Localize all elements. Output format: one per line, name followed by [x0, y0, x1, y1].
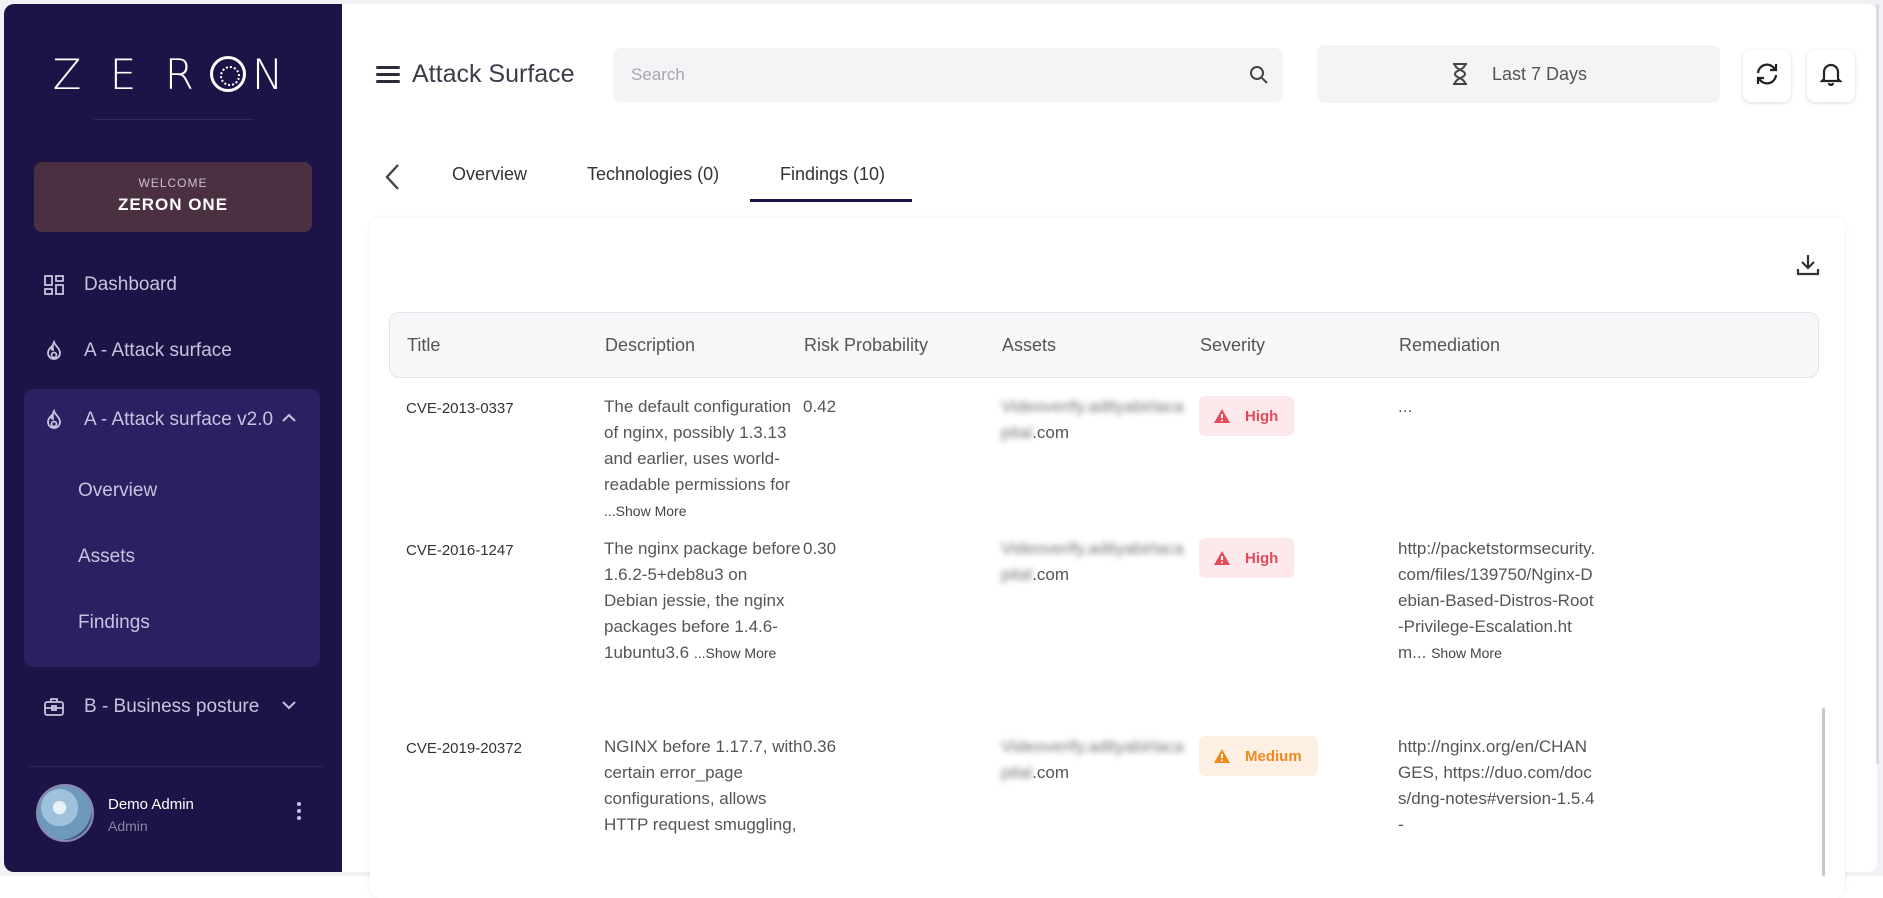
- show-more-link[interactable]: ...Show More: [604, 498, 804, 524]
- warning-icon: [1213, 408, 1231, 424]
- date-range-selector[interactable]: Last 7 Days: [1317, 45, 1720, 103]
- hourglass-icon: [1450, 62, 1470, 86]
- asset-blurred: Videoverify.adityabirlaca: [1001, 397, 1184, 416]
- show-more-link[interactable]: Show More: [1431, 645, 1502, 661]
- flame-icon: [42, 408, 66, 432]
- table-header: Title Description Risk Probability Asset…: [389, 312, 1819, 378]
- sidebar-item-label: Dashboard: [84, 274, 177, 295]
- active-tab-indicator: [750, 199, 912, 202]
- remediation-cell: http://packetstormsecurity.com/files/139…: [1398, 536, 1598, 666]
- sidebar-item-label: A - Attack surface: [84, 340, 232, 361]
- asset-suffix: .com: [1032, 565, 1070, 584]
- menu-icon[interactable]: [376, 66, 400, 84]
- download-icon[interactable]: [1795, 252, 1821, 283]
- user-divider: [28, 766, 324, 767]
- sidebar: Z E RN WELCOME ZERON ONE Dashboard A - A…: [4, 4, 342, 872]
- sidebar-item-business-posture[interactable]: B - Business posture: [28, 680, 320, 734]
- asset-blurred: pital: [1001, 763, 1033, 782]
- asset-value: Videoverify.adityabirlaca pital.com: [1001, 394, 1191, 446]
- user-name: Demo Admin: [108, 796, 194, 813]
- sidebar-subitem-assets[interactable]: Assets: [78, 546, 135, 568]
- sidebar-subitem-overview[interactable]: Overview: [78, 480, 157, 502]
- logo-divider: [94, 119, 254, 120]
- finding-title: CVE-2019-20372: [406, 740, 522, 757]
- description-text: The nginx package before 1.6.2-5+deb8u3 …: [604, 539, 801, 662]
- chevron-down-icon[interactable]: [280, 696, 298, 720]
- sidebar-item-label: A - Attack surface v2.0: [84, 409, 274, 430]
- remediation-text: ...: [1398, 397, 1413, 416]
- search-icon[interactable]: [1247, 63, 1271, 92]
- notifications-button[interactable]: [1807, 50, 1855, 102]
- asset-blurred: pital: [1001, 423, 1033, 442]
- chevron-up-icon[interactable]: [280, 409, 298, 433]
- bell-icon: [1819, 61, 1843, 92]
- remediation-text: http://nginx.org/en/CHANGES, https://duo…: [1398, 737, 1595, 834]
- page-title: Attack Surface: [412, 60, 575, 88]
- description-text: The default configuration of nginx, poss…: [604, 397, 792, 494]
- briefcase-icon: [42, 695, 66, 719]
- column-header-assets[interactable]: Assets: [1002, 335, 1056, 356]
- asset-suffix: .com: [1032, 423, 1070, 442]
- table-scrollbar[interactable]: [1822, 708, 1825, 876]
- asset-value: Videoverify.adityabirlaca pital.com: [1001, 536, 1191, 588]
- sidebar-item-label: B - Business posture: [84, 696, 260, 717]
- asset-blurred: Videoverify.adityabirlaca: [1001, 737, 1184, 756]
- welcome-label: WELCOME: [138, 176, 208, 190]
- risk-probability: 0.42: [803, 397, 837, 416]
- refresh-button[interactable]: [1743, 50, 1791, 102]
- welcome-name: ZERON ONE: [117, 195, 229, 214]
- tab-overview[interactable]: Overview: [452, 164, 527, 185]
- column-header-remediation[interactable]: Remediation: [1399, 335, 1500, 356]
- more-options-icon[interactable]: [294, 799, 304, 825]
- severity-badge: High: [1199, 538, 1295, 578]
- risk-probability: 0.30: [803, 539, 837, 558]
- sidebar-item-attack-surface[interactable]: A - Attack surface: [28, 324, 320, 378]
- findings-card: Title Description Risk Probability Asset…: [370, 218, 1845, 898]
- finding-title: CVE-2013-0337: [406, 400, 514, 417]
- flame-icon: [42, 339, 66, 363]
- warning-icon: [1213, 748, 1231, 764]
- warning-icon: [1213, 550, 1231, 566]
- column-header-severity[interactable]: Severity: [1200, 335, 1265, 356]
- main-content: Attack Surface Last 7 Days: [342, 4, 1877, 898]
- tab-technologies[interactable]: Technologies (0): [587, 164, 719, 185]
- back-arrow-icon[interactable]: [382, 162, 404, 197]
- date-range-label: Last 7 Days: [1491, 63, 1588, 84]
- search-input[interactable]: [631, 48, 1231, 102]
- page-scrollbar[interactable]: [1876, 4, 1879, 764]
- column-header-risk-probability[interactable]: Risk Probability: [804, 335, 928, 356]
- column-header-title[interactable]: Title: [407, 335, 440, 356]
- column-header-description[interactable]: Description: [605, 335, 695, 356]
- finding-title: CVE-2016-1247: [406, 542, 514, 559]
- severity-label: Medium: [1245, 747, 1302, 765]
- severity-label: High: [1245, 549, 1279, 567]
- refresh-icon: [1753, 60, 1781, 93]
- asset-value: Videoverify.adityabirlaca pital.com: [1001, 734, 1191, 786]
- severity-label: High: [1245, 407, 1279, 425]
- finding-description: The nginx package before 1.6.2-5+deb8u3 …: [604, 536, 804, 666]
- asset-blurred: Videoverify.adityabirlaca: [1001, 539, 1184, 558]
- sidebar-item-dashboard[interactable]: Dashboard: [28, 258, 320, 312]
- remediation-text: http://packetstormsecurity.com/files/139…: [1398, 539, 1596, 662]
- show-more-link[interactable]: ...Show More: [694, 645, 776, 661]
- zeron-logo[interactable]: Z E RN: [4, 50, 342, 99]
- sidebar-item-attack-surface-v2[interactable]: A - Attack surface v2.0: [28, 393, 320, 447]
- tab-findings[interactable]: Findings (10): [780, 164, 885, 185]
- avatar[interactable]: [36, 784, 94, 842]
- asset-blurred: pital: [1001, 565, 1033, 584]
- sidebar-subitem-findings[interactable]: Findings: [78, 612, 150, 634]
- finding-description: NGINX before 1.17.7, with certain error_…: [604, 737, 803, 834]
- severity-badge: High: [1199, 396, 1295, 436]
- severity-badge: Medium: [1199, 736, 1318, 776]
- asset-suffix: .com: [1032, 763, 1070, 782]
- welcome-card: WELCOME ZERON ONE: [34, 162, 312, 232]
- app-window: Z E RN WELCOME ZERON ONE Dashboard A - A…: [0, 0, 1883, 898]
- dashboard-icon: [42, 273, 66, 297]
- user-role: Admin: [108, 818, 148, 834]
- search-box: [613, 48, 1283, 102]
- finding-description: The default configuration of nginx, poss…: [604, 394, 804, 524]
- risk-probability: 0.36: [803, 737, 837, 756]
